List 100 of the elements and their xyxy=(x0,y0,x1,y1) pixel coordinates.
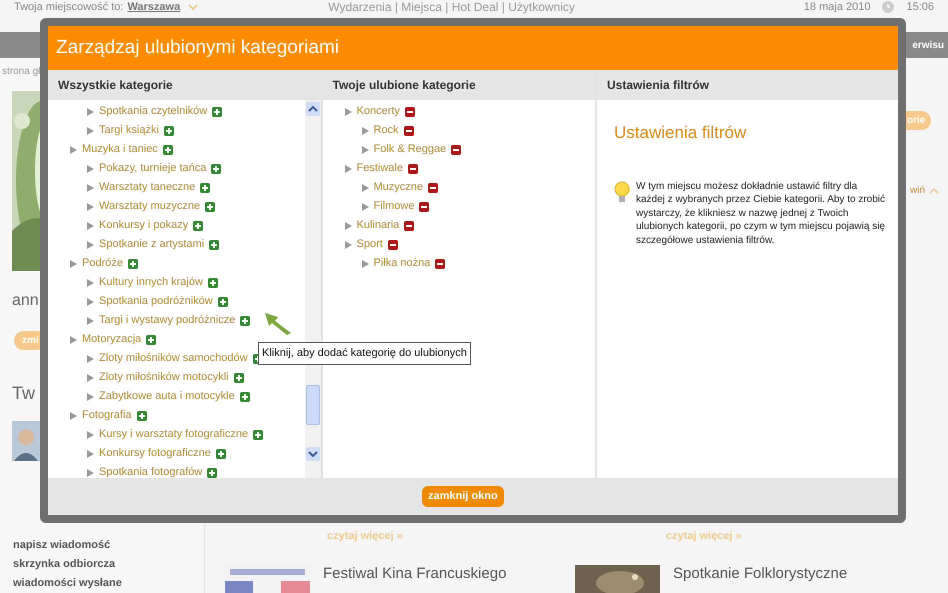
category-link[interactable]: Filmowe xyxy=(374,198,414,215)
scroll-thumb[interactable] xyxy=(306,385,320,425)
close-button[interactable]: zamknij okno xyxy=(422,486,504,507)
category-link[interactable]: Muzyczne xyxy=(374,179,424,196)
category-link[interactable]: Zloty miłośników motocykli xyxy=(99,369,229,386)
category-link[interactable]: Podróże xyxy=(82,255,123,272)
plus-icon[interactable] xyxy=(193,220,204,230)
side-link[interactable]: wiń xyxy=(910,183,926,198)
category-link[interactable]: Kursy i warsztaty fotograficzne xyxy=(99,426,248,443)
hint-text: W tym miejscu możesz dokładnie ustawić filtry dla każdej z wybranych przez Ciebie kategorii. Aby to zrobić wystarczy, że klikniesz w nazwę jednej z Twoich ulubionych kategorii, po czym w tym miejscu pojawią się szczegółowe ustawienia filtrów. xyxy=(636,180,886,247)
triangle-icon xyxy=(344,240,352,248)
category-link[interactable]: Konkursy i pokazy xyxy=(99,217,188,234)
arrow-icon xyxy=(265,313,291,335)
triangle-icon xyxy=(87,240,94,248)
category-link[interactable]: Spotkania podróżników xyxy=(99,293,213,310)
category-link[interactable]: Konkursy fotograficzne xyxy=(99,445,211,462)
category-link[interactable]: Festiwale xyxy=(356,160,403,177)
location-link[interactable]: Warszawa xyxy=(127,0,180,16)
minus-icon[interactable] xyxy=(404,220,414,230)
plus-icon[interactable] xyxy=(216,448,226,458)
scroll-down-icon xyxy=(306,447,320,461)
category-link[interactable]: Kultury innych krajów xyxy=(99,274,203,291)
plus-icon[interactable] xyxy=(128,258,138,268)
plus-icon[interactable] xyxy=(207,468,218,478)
event-title[interactable]: Festiwal Kina Francuskiego xyxy=(323,563,506,586)
sidebar-link[interactable]: napisz wiadomość xyxy=(13,537,110,553)
location-label: Twoja miejscowość to: xyxy=(14,0,124,15)
category-link[interactable]: Kulinaria xyxy=(356,217,400,234)
plus-icon[interactable] xyxy=(253,430,264,440)
category-link[interactable]: Warsztaty taneczne xyxy=(99,179,196,196)
category-link[interactable]: Motoryzacja xyxy=(82,331,142,348)
chevron-up-icon xyxy=(929,187,940,194)
dialog-title: Zarządzaj ulubionymi kategoriami xyxy=(48,26,898,70)
category-link[interactable]: Koncerty xyxy=(356,103,400,120)
triangle-icon xyxy=(87,450,94,458)
breadcrumb-text: strona gł xyxy=(1,65,42,79)
sidebar-link[interactable]: wiadomości wysłane xyxy=(13,575,122,591)
plus-icon[interactable] xyxy=(218,296,228,306)
main-nav[interactable]: Wydarzenia | Miejsca | Hot Deal | Użytkownicy xyxy=(328,0,575,16)
triangle-icon xyxy=(87,392,94,400)
plus-icon[interactable] xyxy=(240,316,250,326)
plus-icon[interactable] xyxy=(205,202,216,212)
minus-icon[interactable] xyxy=(435,258,446,268)
plus-icon[interactable] xyxy=(146,334,156,344)
triangle-icon xyxy=(362,126,368,134)
plus-icon[interactable] xyxy=(234,372,244,382)
triangle-icon xyxy=(362,202,368,210)
category-link[interactable]: Fotografia xyxy=(82,407,132,424)
plus-icon[interactable] xyxy=(136,410,147,420)
plus-icon[interactable] xyxy=(200,182,210,192)
panel-title: Ustawienia filtrów xyxy=(614,122,748,144)
minus-icon[interactable] xyxy=(408,164,418,174)
category-link[interactable]: Zabytkowe auta i motocykle xyxy=(99,388,235,405)
triangle-icon xyxy=(344,108,352,116)
scroll-up-icon xyxy=(306,102,320,116)
triangle-icon xyxy=(87,202,94,210)
category-link[interactable]: Pokazy, turnieje tańca xyxy=(99,160,206,177)
plus-icon[interactable] xyxy=(211,164,222,174)
date-text: 18 maja 2010 xyxy=(804,0,870,15)
event-title[interactable]: Spotkanie Folklorystyczne xyxy=(673,563,848,586)
category-link[interactable]: Spotkanie z artystami xyxy=(99,236,204,253)
caret-icon xyxy=(188,3,198,11)
plus-icon[interactable] xyxy=(209,240,220,250)
minus-icon[interactable] xyxy=(404,106,415,116)
minus-icon[interactable] xyxy=(404,126,414,136)
plus-icon[interactable] xyxy=(208,278,218,288)
category-link[interactable]: Muzyka i taniec xyxy=(82,141,158,158)
category-link[interactable]: Spotkania czytelników xyxy=(99,103,208,120)
triangle-icon xyxy=(362,260,368,268)
category-link[interactable]: Spotkania fotografów xyxy=(99,464,202,478)
triangle-icon xyxy=(344,222,352,230)
minus-icon[interactable] xyxy=(451,144,462,154)
category-link[interactable]: Targi książki xyxy=(99,122,159,139)
category-link[interactable]: Piłka nożna xyxy=(374,255,430,272)
category-link[interactable]: Warsztaty muzyczne xyxy=(99,198,200,215)
triangle-icon xyxy=(87,184,94,192)
triangle-icon xyxy=(362,184,368,192)
minus-icon[interactable] xyxy=(428,182,438,192)
triangle-icon xyxy=(87,108,94,116)
category-link[interactable]: Rock xyxy=(374,122,399,139)
sidebar-link[interactable]: skrzynka odbiorcza xyxy=(13,556,116,572)
triangle-icon xyxy=(87,222,94,230)
category-link[interactable]: Zloty miłośników samochodów xyxy=(99,350,248,367)
plus-icon[interactable] xyxy=(164,126,174,136)
section-title: Tw xyxy=(12,382,36,405)
triangle-icon xyxy=(70,260,77,268)
user-name: ann xyxy=(12,291,39,311)
triangle-icon xyxy=(87,298,94,306)
plus-icon[interactable] xyxy=(162,144,173,154)
minus-icon[interactable] xyxy=(419,202,430,212)
category-link[interactable]: Sport xyxy=(356,236,383,253)
triangle-icon xyxy=(87,374,94,382)
category-link[interactable]: Folk & Reggae xyxy=(374,141,446,158)
triangle-icon xyxy=(70,336,77,344)
category-link[interactable]: Targi i wystawy podróżnicze xyxy=(99,312,236,329)
plus-icon[interactable] xyxy=(240,392,250,402)
minus-icon[interactable] xyxy=(388,240,398,250)
tooltip: Kliknij, aby dodać kategorię do ulubionych xyxy=(258,342,471,364)
triangle-icon xyxy=(87,164,94,172)
plus-icon[interactable] xyxy=(212,106,222,116)
